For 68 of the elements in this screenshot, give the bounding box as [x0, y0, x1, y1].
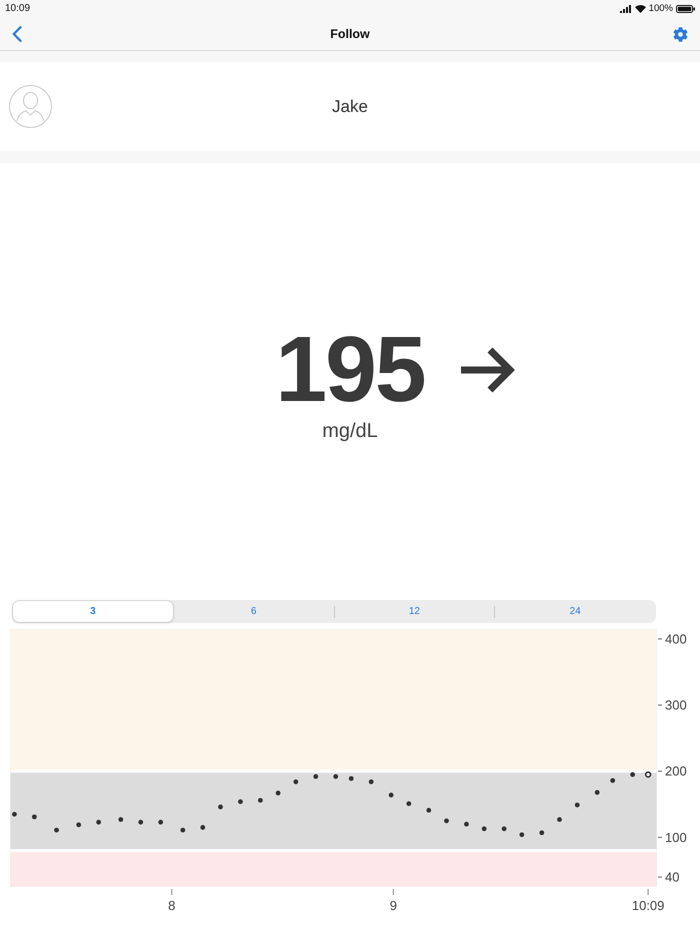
data-point	[502, 826, 507, 832]
settings-button[interactable]	[673, 26, 688, 42]
avatar-icon	[9, 85, 52, 128]
data-point	[388, 792, 394, 798]
nav-title: Follow	[330, 26, 370, 43]
range-tab[interactable]: 24	[495, 601, 655, 622]
data-point	[630, 772, 636, 777]
data-point	[539, 830, 544, 836]
y-tick-mark	[658, 770, 662, 772]
data-point	[557, 817, 562, 822]
battery-icon	[676, 5, 695, 13]
data-point	[594, 790, 600, 795]
data-point	[54, 828, 59, 832]
data-point	[610, 778, 616, 783]
data-point	[258, 798, 263, 803]
x-tick-label: 9	[390, 898, 397, 913]
data-point	[218, 804, 223, 810]
battery-percent: 100%	[648, 4, 673, 14]
profile-name: Jake	[332, 96, 368, 118]
glucose-value: 195	[275, 323, 425, 416]
data-point	[313, 774, 318, 779]
data-point	[406, 801, 412, 806]
data-point	[426, 808, 432, 813]
x-tick-mark	[171, 888, 172, 896]
wifi-icon	[634, 5, 646, 13]
data-point	[276, 790, 280, 796]
data-point	[482, 826, 487, 832]
data-point	[238, 799, 243, 804]
range-tab[interactable]: 12	[334, 601, 494, 622]
data-point	[464, 822, 469, 827]
x-tick-label: 10:09	[632, 898, 664, 913]
data-point	[118, 817, 124, 822]
data-point	[444, 818, 449, 824]
range-tab[interactable]: 3	[13, 601, 173, 622]
right-arrow-icon	[460, 346, 517, 394]
y-tick-mark	[658, 704, 662, 706]
status-time: 10:09	[5, 4, 30, 14]
y-tick-mark	[658, 836, 662, 838]
range-tab[interactable]: 6	[174, 601, 334, 622]
data-point	[12, 812, 17, 817]
chevron-left-icon	[12, 26, 22, 42]
y-tick-label: 40	[665, 870, 680, 885]
data-point	[519, 832, 524, 838]
settings-icon	[673, 26, 688, 42]
data-point	[333, 774, 338, 779]
data-point	[158, 820, 164, 825]
y-tick-mark	[658, 876, 662, 878]
y-tick-mark	[658, 638, 662, 640]
y-tick-label: 400	[665, 631, 687, 646]
data-point	[200, 825, 206, 830]
signal-icon	[620, 5, 632, 13]
glucose-unit: mg/dL	[322, 421, 378, 441]
back-button[interactable]	[12, 26, 22, 42]
data-point	[293, 779, 298, 784]
data-point	[96, 820, 102, 825]
data-point	[348, 776, 354, 781]
data-point	[180, 828, 186, 832]
data-point	[574, 802, 580, 808]
x-tick-label: 8	[168, 898, 176, 913]
y-tick-label: 200	[665, 764, 687, 779]
data-point	[76, 822, 82, 828]
x-tick-mark	[392, 888, 394, 896]
data-point	[368, 779, 374, 784]
x-tick-mark	[648, 888, 649, 896]
y-tick-label: 300	[665, 698, 687, 713]
y-tick-label: 100	[665, 830, 687, 845]
data-point	[32, 814, 37, 820]
data-point	[138, 820, 144, 825]
